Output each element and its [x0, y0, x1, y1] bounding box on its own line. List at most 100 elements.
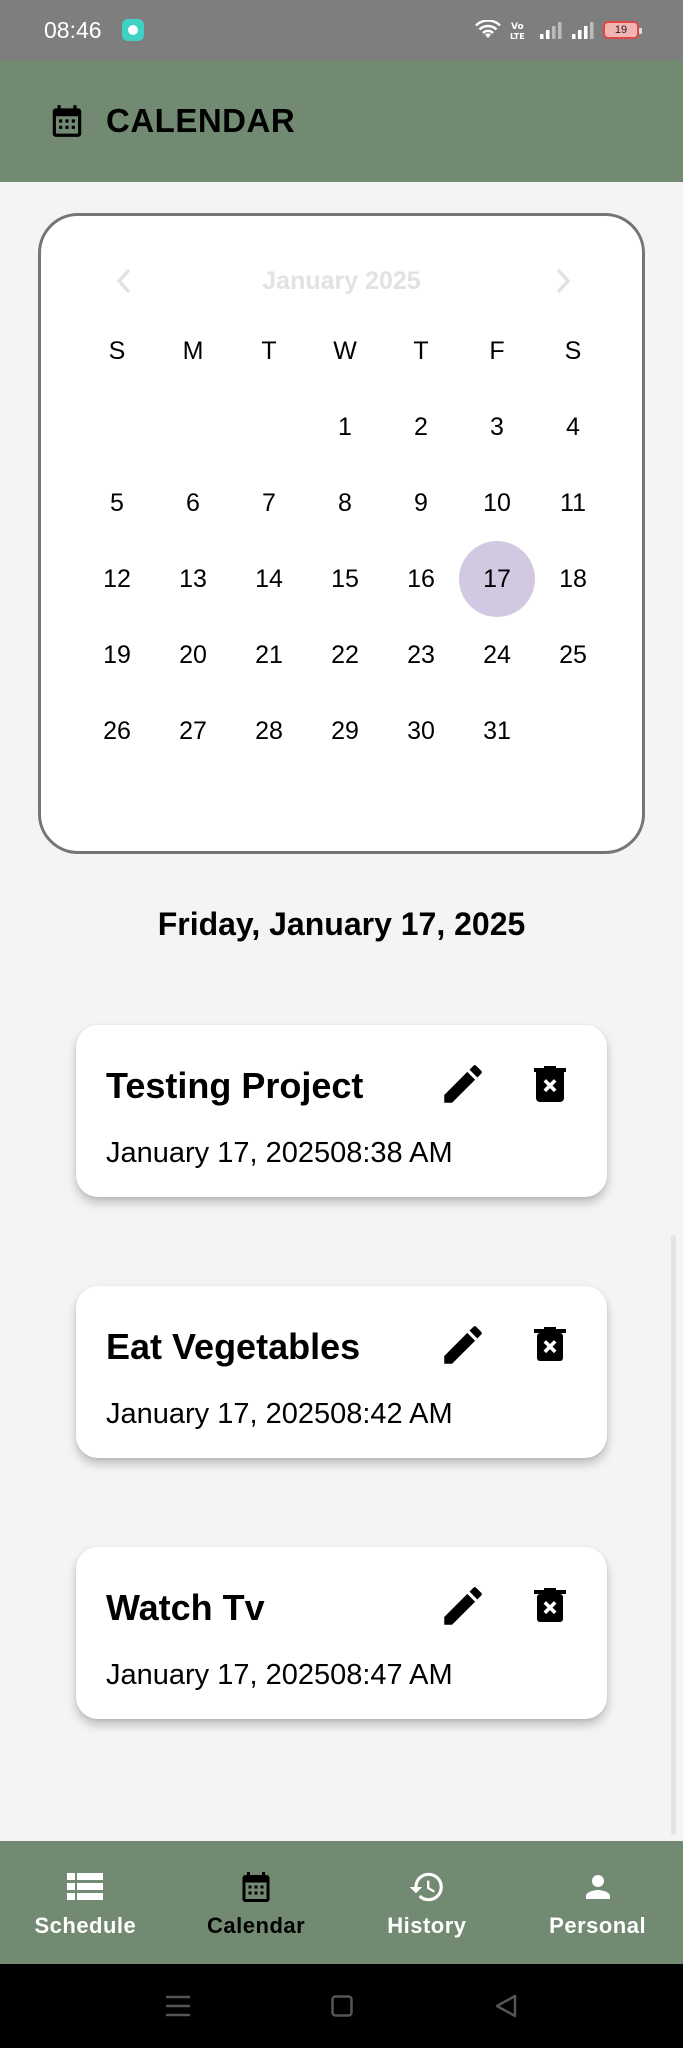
calendar-day-number: 11	[560, 488, 586, 517]
event-title: Eat Vegetables	[106, 1326, 361, 1367]
weekday-label: T	[261, 336, 277, 365]
calendar-day-number: 4	[566, 412, 580, 441]
calendar-day[interactable]: 5	[79, 465, 155, 541]
calendar-day-number: 27	[179, 716, 207, 745]
nav-calendar[interactable]: Calendar	[171, 1841, 342, 1964]
calendar-day[interactable]: 7	[231, 465, 307, 541]
calendar-day-number: 29	[331, 716, 359, 745]
delete-button[interactable]	[526, 1059, 574, 1109]
calendar-day[interactable]: 12	[79, 541, 155, 617]
chat-app-icon	[121, 19, 144, 41]
selected-date-heading: Friday, January 17, 2025	[157, 906, 526, 942]
signal-icon	[540, 22, 562, 39]
event-title: Watch Tv	[106, 1587, 265, 1628]
history-icon	[409, 1872, 443, 1901]
system-navigation-bar	[0, 1964, 683, 2048]
calendar-day[interactable]: 15	[307, 541, 383, 617]
nav-schedule[interactable]: Schedule	[0, 1841, 171, 1964]
calendar-day[interactable]: 10	[459, 465, 535, 541]
empty-cell	[231, 389, 307, 465]
list-icon	[67, 1872, 104, 1900]
calendar-day-number: 1	[338, 412, 352, 441]
calendar-day[interactable]: 1	[307, 389, 383, 465]
calendar-day-number: 5	[110, 488, 124, 517]
status-icons: Vo LTE 19	[475, 19, 642, 41]
calendar-day[interactable]: 30	[383, 693, 459, 769]
calendar-day[interactable]: 27	[155, 693, 231, 769]
calendar-day-number: 15	[331, 564, 359, 593]
calendar-day-number: 14	[255, 564, 283, 593]
empty-cell	[79, 389, 155, 465]
calendar-day-number: 25	[559, 640, 587, 669]
calendar-day-selected[interactable]: 17	[459, 541, 535, 617]
delete-icon	[534, 1588, 566, 1622]
calendar-day[interactable]: 22	[307, 617, 383, 693]
edit-button[interactable]	[438, 1320, 488, 1370]
weekday-label: S	[108, 336, 126, 365]
calendar-day-number: 31	[483, 716, 511, 745]
event-card[interactable]: Testing Project January 17, 202508:38 AM	[76, 1025, 607, 1197]
calendar-day[interactable]: 4	[535, 389, 611, 465]
calendar-day[interactable]: 11	[535, 465, 611, 541]
svg-text:Vo: Vo	[511, 22, 524, 32]
event-datetime: January 17, 202508:42 AM	[106, 1398, 453, 1430]
calendar-day[interactable]: 20	[155, 617, 231, 693]
signal-icon	[572, 22, 594, 39]
next-month-button[interactable]	[544, 261, 584, 301]
calendar-day[interactable]: 16	[383, 541, 459, 617]
nav-label: Personal	[549, 1912, 647, 1938]
calendar-day[interactable]: 14	[231, 541, 307, 617]
calendar-day-number: 23	[407, 640, 435, 669]
weekday-label: W	[333, 336, 357, 365]
calendar-day[interactable]: 19	[79, 617, 155, 693]
calendar-day[interactable]: 2	[383, 389, 459, 465]
calendar-day[interactable]: 18	[535, 541, 611, 617]
delete-button[interactable]	[526, 1320, 574, 1370]
calendar-day[interactable]: 8	[307, 465, 383, 541]
calendar-day-number: 17	[459, 541, 535, 617]
home-button[interactable]	[322, 1986, 362, 2026]
calendar-day-number: 8	[338, 488, 352, 517]
weekday-label: T	[413, 336, 429, 365]
calendar-day[interactable]: 28	[231, 693, 307, 769]
delete-button[interactable]	[526, 1581, 574, 1631]
calendar-day[interactable]: 6	[155, 465, 231, 541]
calendar-day[interactable]: 9	[383, 465, 459, 541]
calendar-day[interactable]: 24	[459, 617, 535, 693]
edit-button[interactable]	[438, 1059, 488, 1109]
calendar-day[interactable]: 25	[535, 617, 611, 693]
calendar-day-number: 2	[414, 412, 428, 441]
back-triangle-icon	[495, 1994, 517, 2018]
calendar-day-number: 12	[103, 564, 131, 593]
recent-apps-button[interactable]	[158, 1986, 198, 2026]
calendar-day[interactable]: 21	[231, 617, 307, 693]
calendar-day-number: 18	[559, 564, 587, 593]
calendar-day[interactable]: 26	[79, 693, 155, 769]
event-card[interactable]: Watch Tv January 17, 202508:47 AM	[76, 1547, 607, 1719]
calendar-day-number: 16	[407, 564, 435, 593]
person-icon	[585, 1874, 610, 1899]
event-card[interactable]: Eat Vegetables January 17, 202508:42 AM	[76, 1286, 607, 1458]
nav-personal[interactable]: Personal	[512, 1841, 683, 1964]
calendar-day[interactable]: 13	[155, 541, 231, 617]
calendar-day-number: 21	[255, 640, 283, 669]
back-button[interactable]	[486, 1986, 526, 2026]
calendar-day-number: 13	[179, 564, 207, 593]
event-datetime: January 17, 202508:38 AM	[106, 1137, 453, 1169]
calendar-day-number: 26	[103, 716, 131, 745]
weekday-label: M	[182, 336, 204, 365]
status-bar: 08:46 Vo LTE 19	[0, 0, 683, 60]
nav-history[interactable]: History	[342, 1841, 513, 1964]
calendar-day[interactable]: 23	[383, 617, 459, 693]
event-title: Testing Project	[106, 1065, 364, 1106]
event-datetime: January 17, 202508:47 AM	[106, 1659, 453, 1691]
volte-icon: Vo LTE	[510, 22, 525, 41]
app-bar: CALENDAR	[0, 60, 683, 182]
calendar-day[interactable]: 29	[307, 693, 383, 769]
pencil-icon	[444, 1587, 482, 1625]
calendar-day[interactable]: 3	[459, 389, 535, 465]
scrollbar[interactable]	[671, 1235, 676, 1835]
edit-button[interactable]	[438, 1581, 488, 1631]
calendar-day[interactable]: 31	[459, 693, 535, 769]
battery-level: 19	[614, 24, 628, 36]
